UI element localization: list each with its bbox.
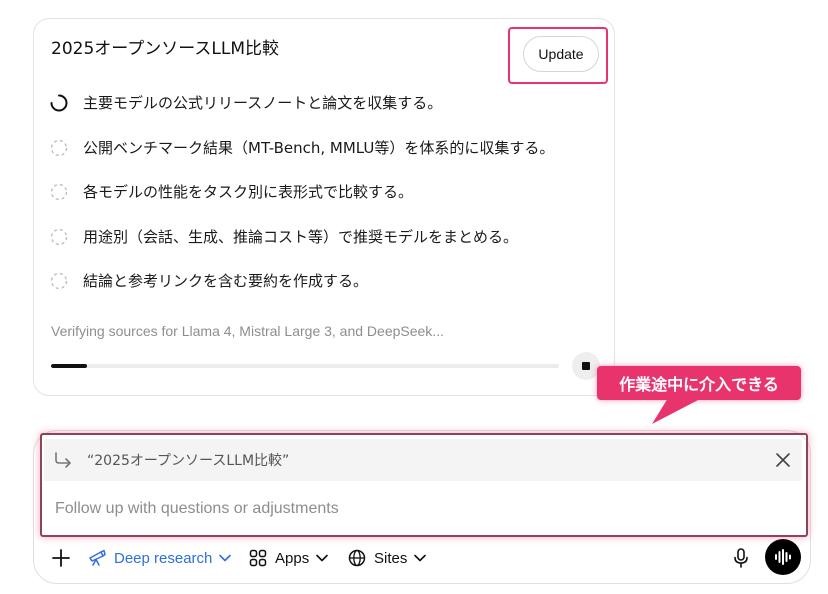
microphone-icon[interactable] <box>730 547 752 569</box>
chevron-down-icon <box>414 554 427 562</box>
spinner-icon <box>50 94 68 112</box>
quoted-reference-text: “2025オープンソースLLM比較” <box>87 453 290 469</box>
plan-step-text: 主要モデルの公式リリースノートと論文を収集する。 <box>83 94 443 113</box>
apps-label: Apps <box>275 549 310 567</box>
globe-icon <box>348 549 366 567</box>
plan-step-text: 各モデルの性能をタスク別に表形式で比較する。 <box>83 183 414 202</box>
research-plan-card: 2025オープンソースLLM比較 Update 主要モデルの公式リリースノートと… <box>33 18 615 396</box>
pending-dashed-circle-icon <box>50 139 68 156</box>
stop-research-button[interactable] <box>572 352 600 380</box>
plan-step: 各モデルの性能をタスク別に表形式で比較する。 <box>49 170 609 215</box>
pending-dashed-circle-icon <box>50 273 68 290</box>
chat-composer: “2025オープンソースLLM比較” Deep research <box>33 430 811 584</box>
voice-waveform-icon <box>775 549 791 565</box>
plan-step-text: 用途別（会話、生成、推論コスト等）で推奨モデルをまとめる。 <box>83 227 519 246</box>
deep-research-label: Deep research <box>114 549 213 567</box>
update-button[interactable]: Update <box>523 36 599 72</box>
plan-step: 用途別（会話、生成、推論コスト等）で推奨モデルをまとめる。 <box>49 215 609 260</box>
sites-label: Sites <box>374 549 408 567</box>
pending-dashed-circle-icon <box>50 228 68 245</box>
telescope-icon <box>89 549 106 566</box>
plan-step-text: 公開ベンチマーク結果（MT-Bench, MMLU等）を体系的に収集する。 <box>83 138 555 157</box>
chevron-down-icon <box>316 554 329 562</box>
sites-button[interactable]: Sites <box>348 545 427 571</box>
callout-pointer-icon <box>652 398 702 424</box>
annotation-callout: 作業途中に介入できる <box>597 366 801 400</box>
follow-up-input[interactable] <box>44 483 802 535</box>
stop-icon <box>582 362 590 370</box>
research-progress-bar <box>51 364 559 368</box>
apps-grid-icon <box>249 549 267 567</box>
quoted-reference: “2025オープンソースLLM比較” <box>44 439 802 481</box>
plan-title: 2025オープンソースLLM比較 <box>51 39 280 59</box>
pending-dashed-circle-icon <box>50 184 68 201</box>
plan-step: 結論と参考リンクを含む要約を作成する。 <box>49 259 609 304</box>
plan-step: 公開ベンチマーク結果（MT-Bench, MMLU等）を体系的に収集する。 <box>49 126 609 171</box>
plus-icon[interactable] <box>51 548 71 568</box>
voice-mode-button[interactable] <box>765 539 801 575</box>
apps-button[interactable]: Apps <box>249 545 329 571</box>
chevron-down-icon <box>219 554 232 562</box>
composer-toolbar: Deep research Apps Sites <box>34 539 812 575</box>
plan-step-text: 結論と参考リンクを含む要約を作成する。 <box>83 272 369 291</box>
close-icon[interactable] <box>774 451 792 469</box>
research-progress-fill <box>51 364 87 368</box>
reply-arrow-icon <box>55 452 71 468</box>
research-status-text: Verifying sources for Llama 4, Mistral L… <box>51 323 444 339</box>
plan-step: 主要モデルの公式リリースノートと論文を収集する。 <box>49 81 609 126</box>
plan-steps-list: 主要モデルの公式リリースノートと論文を収集する。 公開ベンチマーク結果（MT-B… <box>49 81 609 304</box>
deep-research-button[interactable]: Deep research <box>88 545 232 571</box>
